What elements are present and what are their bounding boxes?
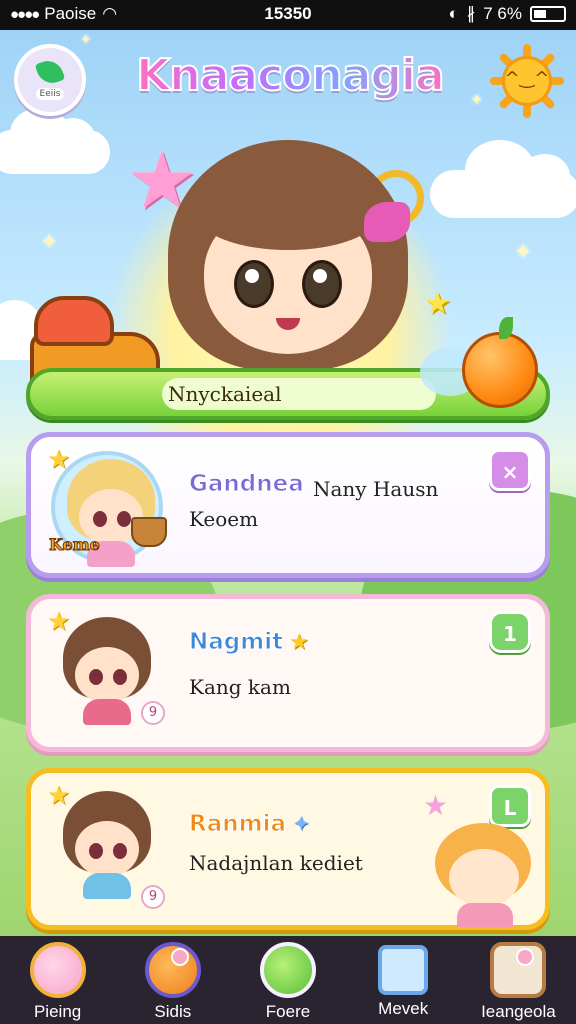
sparkle-icon: ✦ xyxy=(80,32,92,48)
nav-label: Foere xyxy=(265,1002,311,1021)
nav-label: Pieing xyxy=(33,1002,82,1021)
notification-dot xyxy=(170,948,189,966)
star-icon: ★ xyxy=(47,607,71,637)
info-badge[interactable]: 9 xyxy=(141,885,165,909)
leaf-icon xyxy=(34,56,66,88)
close-button[interactable]: × xyxy=(489,449,531,491)
star-icon: ★ xyxy=(289,630,309,655)
notification-dot xyxy=(516,948,535,966)
globe-icon xyxy=(260,942,316,998)
sun-icon: ^‿^ xyxy=(490,44,564,118)
character-card[interactable]: ★ 9 Nagmit ★ Kang kam 1 xyxy=(26,594,550,752)
star-icon: ★ xyxy=(47,445,71,475)
card-name: Gandnea xyxy=(189,471,305,498)
sparkle-icon: ✦ xyxy=(291,812,311,837)
character-card[interactable]: ★ 9 Ranmia ✦ Nadajnlan kediet L ★ xyxy=(26,768,550,930)
sparkle-icon: ✦ xyxy=(470,90,484,109)
bluetooth-icon: ∦ xyxy=(466,4,476,23)
cloud-decoration xyxy=(430,140,576,218)
pink-star-icon: ★ xyxy=(423,789,449,822)
bottom-nav: Pieing Sidis Foere Mevek Ieangeola xyxy=(0,936,576,1024)
buddy-character: ★ xyxy=(423,789,535,927)
basket-icon xyxy=(131,517,167,547)
nav-item-sidis[interactable]: Sidis xyxy=(115,936,230,1024)
character-name: Nnyckaieal xyxy=(168,382,282,406)
card-subtitle: Keoem xyxy=(189,507,259,531)
nav-item-foere[interactable]: Foere xyxy=(230,936,345,1024)
yellow-star-icon: ★ xyxy=(424,286,451,321)
card-subtitle: Nadajnlan kediet xyxy=(189,851,363,875)
map-icon xyxy=(378,945,429,995)
nav-item-pieing[interactable]: Pieing xyxy=(0,936,115,1024)
card-subtitle: Kang kam xyxy=(189,675,291,699)
nav-label: Mevek xyxy=(378,999,429,1018)
smiley-icon xyxy=(29,942,86,998)
portrait-label: Keme xyxy=(49,535,101,555)
character-card[interactable]: ★ Keme Gandnea Nany Hausn Keoem × xyxy=(26,432,550,578)
fruit-icon xyxy=(144,942,201,998)
alarm-icon: ◐ xyxy=(448,4,459,23)
cloud-decoration xyxy=(0,108,110,174)
nav-label: Sidis xyxy=(154,1002,192,1021)
gift-basket-icon xyxy=(490,942,547,998)
star-icon: ★ xyxy=(47,781,71,811)
game-title: Knaaconagia xyxy=(130,49,450,102)
battery-percent: 7 6% xyxy=(483,4,522,23)
card-extra-text: Nany Hausn xyxy=(313,477,439,501)
card-name: Ranmia ✦ xyxy=(189,811,311,838)
card-name: Nagmit ★ xyxy=(188,629,309,656)
badge-label: Eeiis xyxy=(35,88,65,100)
level-button[interactable]: 1 xyxy=(489,611,531,653)
nav-label: Ieangeola xyxy=(481,1002,556,1021)
nav-item-ieangeola[interactable]: Ieangeola xyxy=(461,936,576,1024)
battery-icon xyxy=(530,6,566,22)
profile-badge-button[interactable]: Eeiis xyxy=(14,44,86,116)
nav-item-mevek[interactable]: Mevek xyxy=(346,936,461,1024)
level-button[interactable]: L xyxy=(489,785,531,827)
hair-bow xyxy=(364,202,410,242)
sparkle-icon: ✦ xyxy=(40,230,59,255)
sparkle-icon: ✦ xyxy=(514,240,533,265)
status-bar: ●●●● Paoise ◠ 15350 ◐ ∦ 7 6% xyxy=(0,0,576,30)
orange-fruit-icon[interactable] xyxy=(462,317,538,408)
hero-character[interactable] xyxy=(168,140,424,380)
info-badge[interactable]: 9 xyxy=(141,701,165,725)
game-scene: ✦ ✦ ✦ ✦ Eeiis Knaaconagia Knaaconagia ^‿… xyxy=(0,30,576,936)
